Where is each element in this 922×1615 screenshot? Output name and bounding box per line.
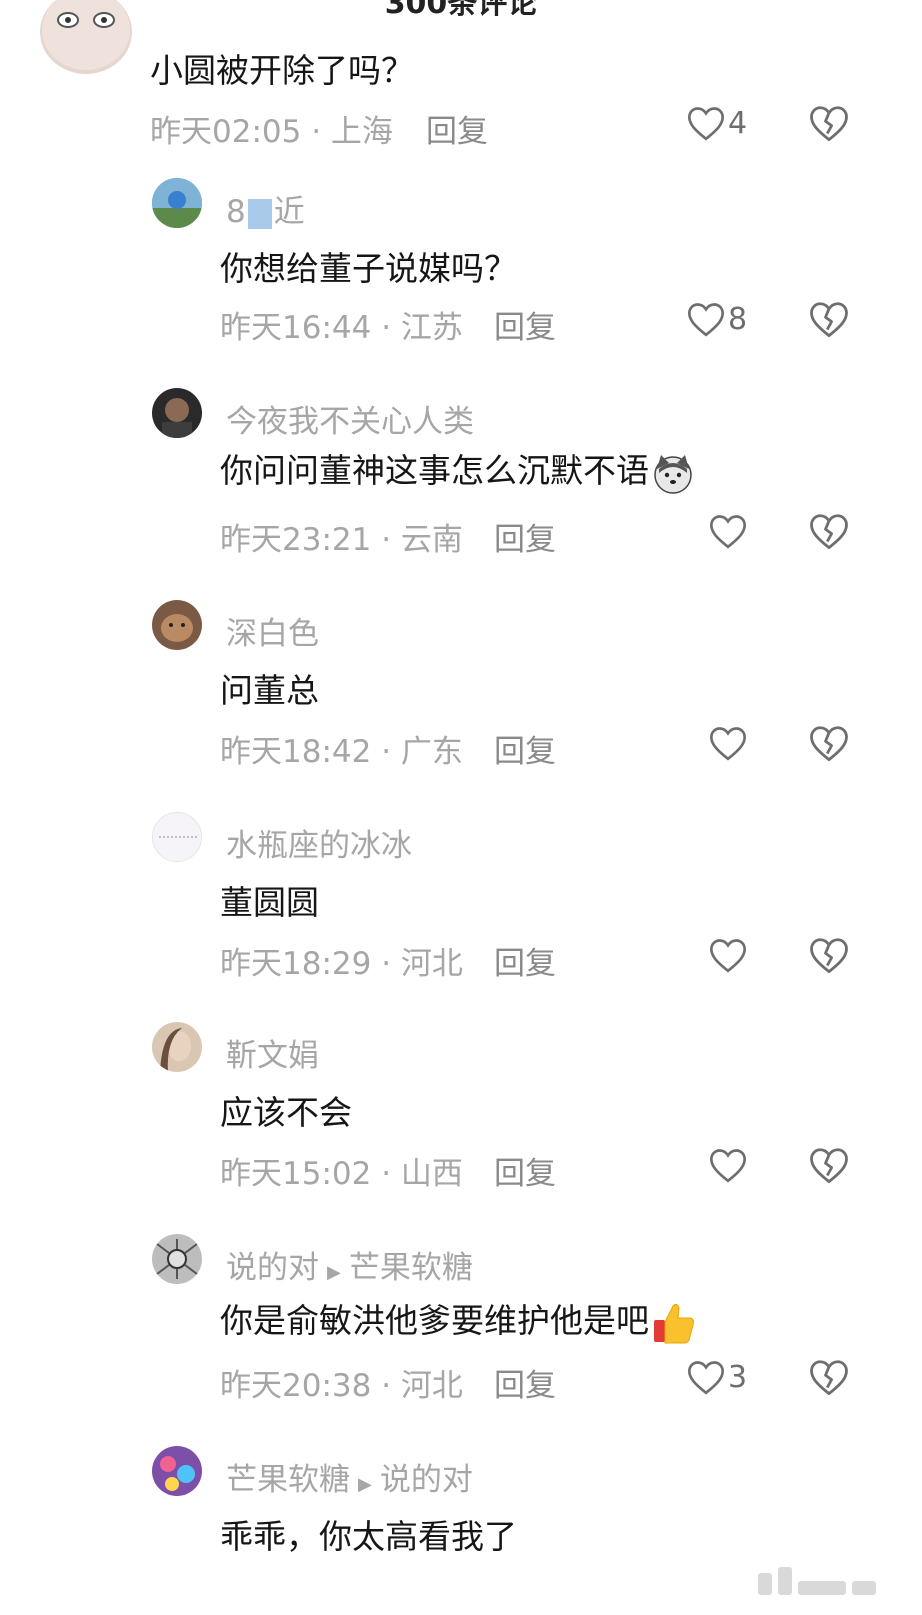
like-button[interactable] [708, 1144, 750, 1186]
like-button[interactable] [708, 722, 750, 764]
comment-author: 8近 [226, 194, 305, 230]
avatar[interactable] [152, 1234, 202, 1284]
like-button[interactable]: 8 [686, 298, 747, 340]
broken-heart-icon[interactable] [808, 934, 850, 976]
comment-meta: 昨天23:21 · 云南 [220, 522, 463, 558]
comment-author: 深白色 [226, 616, 319, 652]
heart-outline-icon [709, 1149, 747, 1183]
comment-author: 今夜我不关心人类 [226, 404, 474, 440]
comment-text: 应该不会 [220, 1093, 352, 1132]
heart-outline-icon [687, 303, 725, 337]
broken-heart-icon[interactable] [808, 1356, 850, 1398]
comment-text-content: 你是俞敏洪他爹要维护他是吧 [220, 1301, 649, 1340]
avatar[interactable] [152, 600, 202, 650]
avatar[interactable] [152, 812, 202, 862]
avatar[interactable] [152, 178, 202, 228]
dog-emoji-icon [654, 454, 692, 494]
comment-meta: 昨天15:02 · 山西 [220, 1156, 463, 1192]
comment-author: 说的对 ▶ 芒果软糖 [226, 1242, 473, 1287]
like-button[interactable] [708, 510, 750, 552]
reply-button[interactable]: 回复 [494, 514, 556, 559]
obscured-char [247, 198, 272, 229]
reply-button[interactable]: 回复 [494, 726, 556, 771]
avatar[interactable] [40, 0, 132, 74]
comment-text: 问董总 [220, 671, 319, 710]
comment-meta: 昨天16:44 · 江苏 [220, 310, 463, 346]
author-name[interactable]: 说的对 [226, 1250, 319, 1286]
like-count: 8 [728, 301, 748, 337]
comment-author: 芒果软糖 ▶ 说的对 [226, 1454, 473, 1499]
like-count: 4 [728, 105, 748, 141]
reply-button[interactable]: 回复 [494, 1360, 556, 1405]
avatar[interactable] [152, 1446, 202, 1496]
triangle-right-icon: ▶ [327, 1262, 341, 1283]
comment-text: 你是俞敏洪他爹要维护他是吧 [220, 1294, 697, 1346]
avatar[interactable] [152, 388, 202, 438]
comment-text: 你问问董神这事怎么沉默不语 [220, 444, 695, 495]
comment-meta: 昨天18:29 · 河北 [220, 946, 463, 982]
heart-outline-icon [709, 515, 747, 549]
broken-heart-icon[interactable] [808, 510, 850, 552]
heart-outline-icon [709, 727, 747, 761]
like-button[interactable]: 4 [686, 102, 747, 144]
heart-outline-icon [687, 1361, 725, 1395]
comment-meta: 昨天20:38 · 河北 [220, 1368, 463, 1404]
reply-to-name[interactable]: 说的对 [380, 1462, 473, 1498]
comment-count-title: 300条评论 [384, 0, 538, 21]
broken-heart-icon[interactable] [808, 102, 850, 144]
broken-heart-icon[interactable] [808, 298, 850, 340]
broken-heart-icon[interactable] [808, 722, 850, 764]
reply-button[interactable]: 回复 [426, 106, 488, 151]
comment-text: 小圆被开除了吗？ [150, 51, 414, 90]
triangle-right-icon: ▶ [358, 1474, 372, 1495]
comment-author: 靳文娟 [226, 1038, 319, 1074]
reply-button[interactable]: 回复 [494, 302, 556, 347]
like-button[interactable] [708, 934, 750, 976]
broken-heart-icon[interactable] [808, 1144, 850, 1186]
reply-button[interactable]: 回复 [494, 1148, 556, 1193]
comment-text: 董圆圆 [220, 883, 319, 922]
comment-author: 水瓶座的冰冰 [226, 828, 412, 864]
heart-outline-icon [709, 939, 747, 973]
heart-outline-icon [687, 107, 725, 141]
comment-text: 你想给董子说媒吗？ [220, 249, 517, 288]
author-name[interactable]: 芒果软糖 [226, 1462, 350, 1498]
comment-text: 乖乖，你太高看我了 [220, 1517, 517, 1556]
comment-meta: 昨天18:42 · 广东 [220, 734, 463, 770]
like-count: 3 [728, 1359, 748, 1395]
reply-to-name[interactable]: 芒果软糖 [349, 1250, 473, 1286]
reply-button[interactable]: 回复 [494, 938, 556, 983]
comment-text-content: 你问问董神这事怎么沉默不语 [220, 451, 649, 490]
comment-meta: 昨天02:05 · 上海 [150, 114, 393, 150]
like-button[interactable]: 3 [686, 1356, 747, 1398]
thumbs-up-emoji-icon [654, 1303, 695, 1343]
watermark [758, 1567, 876, 1595]
avatar[interactable] [152, 1022, 202, 1072]
